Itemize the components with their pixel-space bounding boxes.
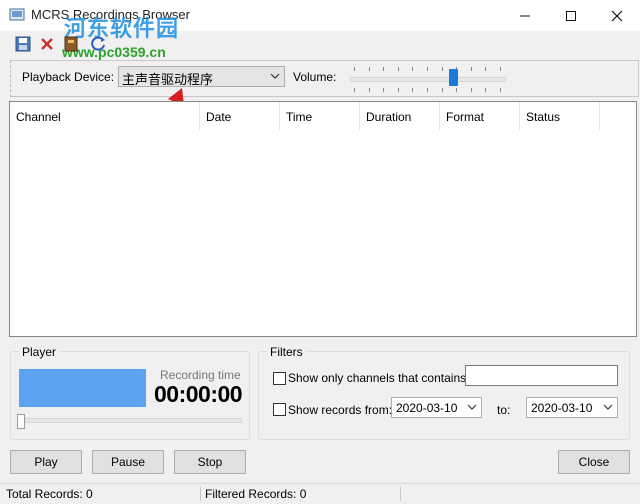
column-header-format[interactable]: Format — [440, 102, 520, 130]
slider-tick — [354, 88, 355, 92]
playback-device-select[interactable]: 主声音驱动程序 — [118, 66, 285, 87]
player-group-title: Player — [19, 345, 60, 359]
refresh-icon[interactable] — [90, 35, 108, 53]
recording-time-display: 00:00:00 — [154, 381, 243, 407]
status-bar — [0, 483, 640, 504]
slider-tick — [500, 88, 501, 92]
slider-tick — [456, 88, 458, 92]
play-button[interactable]: Play — [10, 450, 82, 474]
filtered-records-status: Filtered Records: 0 — [205, 487, 307, 501]
pause-button[interactable]: Pause — [92, 450, 164, 474]
from-date-picker[interactable]: 2020-03-10 — [391, 397, 482, 418]
export-icon[interactable] — [62, 35, 80, 53]
maximize-button[interactable] — [548, 0, 594, 31]
slider-tick — [470, 88, 472, 92]
column-header-status[interactable]: Status — [520, 102, 600, 130]
total-records-status: Total Records: 0 — [6, 487, 93, 501]
close-window-button[interactable] — [594, 0, 640, 31]
chevron-down-icon — [270, 70, 280, 85]
slider-tick — [368, 88, 370, 92]
delete-icon[interactable] — [38, 35, 56, 53]
recording-time-label: Recording time — [160, 368, 241, 382]
volume-ticks-bottom — [350, 88, 505, 93]
records-from-checkbox[interactable] — [273, 403, 286, 416]
slider-tick — [397, 67, 399, 71]
close-button[interactable]: Close — [558, 450, 630, 474]
slider-tick — [427, 67, 428, 71]
player-preview — [19, 369, 146, 407]
slider-tick — [441, 67, 443, 71]
from-date-value: 2020-03-10 — [396, 401, 458, 415]
filters-group-title: Filters — [267, 345, 306, 359]
slider-tick — [354, 67, 355, 71]
column-header-date[interactable]: Date — [200, 102, 280, 130]
channels-filter-checkbox[interactable] — [273, 372, 286, 385]
volume-slider-thumb[interactable] — [449, 69, 459, 86]
slider-tick — [470, 67, 472, 71]
status-divider — [200, 486, 201, 501]
minimize-button[interactable] — [502, 0, 548, 31]
slider-tick — [383, 67, 385, 71]
stop-button[interactable]: Stop — [174, 450, 246, 474]
playback-device-label: Playback Device: — [22, 70, 115, 84]
slider-tick — [412, 88, 414, 92]
slider-tick — [500, 67, 501, 71]
to-date-picker[interactable]: 2020-03-10 — [526, 397, 618, 418]
volume-slider-track[interactable] — [350, 77, 506, 82]
slider-tick — [485, 67, 487, 71]
channels-filter-input[interactable] — [465, 365, 618, 386]
slider-tick — [441, 88, 443, 92]
chevron-down-icon — [467, 401, 477, 416]
records-from-label: Show records from: — [288, 403, 393, 417]
slider-tick — [397, 88, 399, 92]
volume-label: Volume: — [293, 70, 337, 84]
slider-tick — [485, 88, 487, 92]
seek-slider-track[interactable] — [18, 418, 242, 423]
column-header-channel[interactable]: Channel — [10, 102, 200, 130]
slider-tick — [412, 67, 414, 71]
slider-tick — [383, 88, 385, 92]
column-header-duration[interactable]: Duration — [360, 102, 440, 130]
to-date-value: 2020-03-10 — [531, 401, 593, 415]
chevron-down-icon — [603, 401, 613, 416]
column-header-time[interactable]: Time — [280, 102, 360, 130]
channels-filter-label: Show only channels that contains: — [288, 371, 470, 385]
seek-slider-thumb[interactable] — [17, 414, 25, 429]
recordings-list[interactable]: Channel Date Time Duration Format Status — [9, 101, 637, 337]
status-divider — [400, 486, 401, 501]
app-icon — [9, 8, 25, 22]
slider-tick — [368, 67, 370, 71]
save-icon[interactable] — [14, 35, 32, 53]
slider-tick — [427, 88, 428, 92]
to-date-label: to: — [497, 403, 511, 417]
volume-ticks — [350, 67, 505, 72]
